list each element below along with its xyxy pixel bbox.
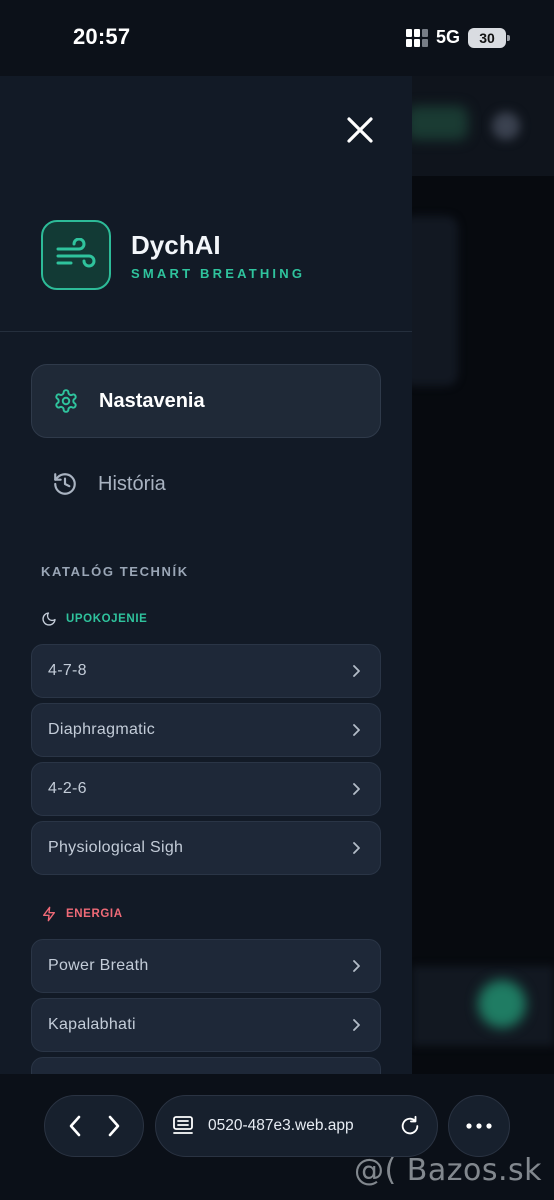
url-text: 0520-487e3.web.app bbox=[208, 1117, 354, 1134]
close-button[interactable] bbox=[340, 110, 380, 150]
brand-logo bbox=[41, 220, 111, 290]
network-label: 5G bbox=[435, 27, 460, 47]
lightning-icon bbox=[43, 906, 55, 922]
technique-item-partial[interactable] bbox=[31, 1057, 381, 1074]
chevron-right-icon bbox=[350, 1019, 362, 1031]
close-icon bbox=[347, 117, 373, 143]
background-button bbox=[412, 106, 468, 140]
status-time: 20:57 bbox=[73, 24, 131, 49]
nav-label-history: História bbox=[98, 472, 166, 495]
divider bbox=[0, 331, 412, 332]
technique-label: Kapalabhati bbox=[48, 1016, 136, 1033]
chevron-right-icon bbox=[350, 665, 362, 677]
category-label-energy: ENERGIA bbox=[66, 908, 123, 920]
chevron-right-icon bbox=[350, 960, 362, 972]
background-gear-icon bbox=[492, 112, 520, 140]
gear-icon bbox=[53, 388, 79, 414]
brand-tagline: SMART BREATHING bbox=[131, 266, 306, 281]
chevron-left-icon bbox=[69, 1115, 80, 1137]
address-bar[interactable]: 0520-487e3.web.app bbox=[155, 1095, 438, 1157]
technique-label: Diaphragmatic bbox=[48, 721, 156, 738]
watermark: @( Bazos.sk bbox=[354, 1153, 542, 1188]
history-icon bbox=[52, 471, 78, 497]
chevron-right-icon bbox=[350, 783, 362, 795]
category-energy: ENERGIA bbox=[41, 906, 123, 922]
technique-item[interactable]: 4-7-8 bbox=[31, 644, 381, 698]
nav-item-settings[interactable]: Nastavenia bbox=[31, 364, 381, 438]
technique-label: Physiological Sigh bbox=[48, 839, 184, 856]
background-fab bbox=[478, 980, 526, 1028]
history-nav-group bbox=[44, 1095, 144, 1157]
moon-icon bbox=[42, 612, 56, 626]
technique-label: 4-2-6 bbox=[48, 780, 87, 797]
tabs-icon[interactable] bbox=[172, 1115, 194, 1137]
category-label-calm: UPOKOJENIE bbox=[66, 613, 148, 625]
chevron-right-icon bbox=[108, 1115, 119, 1137]
forward-button[interactable] bbox=[97, 1109, 131, 1143]
technique-item[interactable]: Kapalabhati bbox=[31, 998, 381, 1052]
reload-icon[interactable] bbox=[399, 1115, 421, 1137]
technique-item[interactable]: Power Breath bbox=[31, 939, 381, 993]
browser-toolbar: 0520-487e3.web.app @( Bazos.sk bbox=[0, 1074, 554, 1200]
battery-level: 30 bbox=[479, 29, 495, 46]
technique-item[interactable]: Diaphragmatic bbox=[31, 703, 381, 757]
nav-item-history[interactable]: História bbox=[31, 447, 381, 521]
nav-label-settings: Nastavenia bbox=[99, 389, 205, 412]
technique-label: Power Breath bbox=[48, 957, 149, 974]
status-bar: 20:57 5G 30 bbox=[0, 0, 554, 76]
more-icon bbox=[466, 1123, 492, 1129]
chevron-right-icon bbox=[350, 842, 362, 854]
more-button[interactable] bbox=[448, 1095, 510, 1157]
background-app-overlay[interactable] bbox=[412, 76, 554, 1074]
catalog-heading: KATALÓG TECHNÍK bbox=[41, 564, 189, 579]
background-card bbox=[412, 216, 458, 386]
back-button[interactable] bbox=[58, 1109, 92, 1143]
brand-name: DychAI bbox=[131, 230, 221, 260]
technique-item[interactable]: 4-2-6 bbox=[31, 762, 381, 816]
chevron-right-icon bbox=[350, 724, 362, 736]
side-drawer: DychAI SMART BREATHING Nastavenia Histór… bbox=[0, 76, 412, 1074]
signal-icon bbox=[405, 28, 428, 47]
battery-icon: 30 bbox=[468, 27, 510, 48]
status-indicators: 5G 30 bbox=[405, 27, 510, 48]
category-calm: UPOKOJENIE bbox=[41, 611, 147, 627]
technique-item[interactable]: Physiological Sigh bbox=[31, 821, 381, 875]
wind-icon bbox=[56, 238, 96, 268]
technique-label: 4-7-8 bbox=[48, 662, 87, 679]
